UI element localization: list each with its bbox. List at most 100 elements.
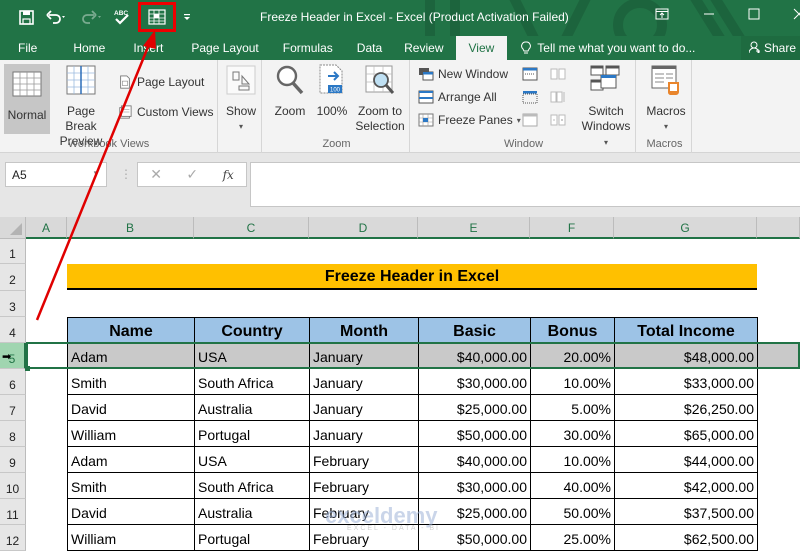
cell-country[interactable]: Australia	[194, 499, 310, 525]
tell-me-search[interactable]: Tell me what you want to do...	[507, 36, 705, 60]
minimize-button[interactable]	[703, 8, 715, 23]
zoom-100-button[interactable]: 100 100%	[314, 64, 350, 119]
tab-insert[interactable]: Insert	[119, 36, 177, 60]
column-header-c[interactable]: C	[194, 217, 309, 239]
cell-bonus[interactable]: 30.00%	[530, 421, 615, 447]
customize-qat-button[interactable]	[180, 6, 194, 28]
column-header-f[interactable]: F	[530, 217, 614, 239]
table-header-bonus[interactable]: Bonus	[530, 317, 615, 344]
cell-total-income[interactable]: $44,000.00	[614, 447, 758, 473]
reset-window-position-button[interactable]	[550, 113, 566, 127]
tab-formulas[interactable]: Formulas	[273, 36, 345, 60]
new-window-button[interactable]: New Window	[418, 67, 508, 81]
column-header-d[interactable]: D	[309, 217, 418, 239]
cell-bonus[interactable]: 20.00%	[530, 343, 615, 369]
share-button[interactable]: Share	[740, 36, 800, 60]
cell-month[interactable]: January	[309, 395, 419, 421]
cell-month[interactable]: January	[309, 343, 419, 369]
insert-function-icon[interactable]: fx	[223, 168, 234, 182]
cell-basic[interactable]: $30,000.00	[418, 369, 531, 395]
cell-month[interactable]: February	[309, 525, 419, 551]
enter-icon[interactable]: ✓	[186, 166, 198, 183]
undo-button[interactable]	[42, 6, 72, 28]
row-header-7[interactable]: 7	[0, 395, 26, 421]
show-button[interactable]: Show ▾	[224, 64, 258, 134]
tab-file[interactable]: File	[0, 36, 55, 60]
hide-button[interactable]	[522, 90, 538, 104]
table-header-country[interactable]: Country	[194, 317, 310, 344]
page-layout-view-button[interactable]: Page Layout	[117, 75, 204, 89]
table-header-month[interactable]: Month	[309, 317, 419, 344]
custom-views-button[interactable]: Custom Views	[117, 105, 213, 119]
cell-bonus[interactable]: 50.00%	[530, 499, 615, 525]
cell-total-income[interactable]: $65,000.00	[614, 421, 758, 447]
freeze-panes-qat-button[interactable]	[138, 2, 176, 32]
zoom-button[interactable]: Zoom	[272, 64, 308, 119]
arrange-all-button[interactable]: Arrange All	[418, 90, 497, 104]
view-side-by-side-button[interactable]	[550, 67, 566, 81]
row-header-11[interactable]: 11	[0, 499, 26, 525]
column-header-b[interactable]: B	[67, 217, 194, 239]
cell-name[interactable]: Smith	[67, 473, 195, 499]
table-header-total-income[interactable]: Total Income	[614, 317, 758, 344]
row-header-8[interactable]: 8	[0, 421, 26, 447]
column-header-h[interactable]	[757, 217, 800, 239]
cell-country[interactable]: South Africa	[194, 473, 310, 499]
cell-total-income[interactable]: $42,000.00	[614, 473, 758, 499]
cell-country[interactable]: Australia	[194, 395, 310, 421]
page-break-preview-button[interactable]: Page Break Preview	[50, 64, 112, 149]
cell-country[interactable]: USA	[194, 447, 310, 473]
cell-country[interactable]: USA	[194, 343, 310, 369]
redo-button[interactable]	[76, 6, 106, 28]
cell-total-income[interactable]: $48,000.00	[614, 343, 758, 369]
cell-name[interactable]: Adam	[67, 343, 195, 369]
formula-bar-grip-icon[interactable]: ⋮	[120, 167, 132, 181]
cell-total-income[interactable]: $37,500.00	[614, 499, 758, 525]
row-header-10[interactable]: 10	[0, 473, 26, 499]
select-all-button[interactable]	[0, 217, 26, 239]
maximize-button[interactable]	[748, 8, 760, 23]
row-header-4[interactable]: 4	[0, 317, 26, 343]
split-button[interactable]	[522, 67, 538, 81]
cell-bonus[interactable]: 10.00%	[530, 369, 615, 395]
save-button[interactable]	[14, 6, 38, 28]
row-header-1[interactable]: 1	[0, 239, 26, 264]
cell-bonus[interactable]: 40.00%	[530, 473, 615, 499]
name-box[interactable]: A5 ▼	[5, 162, 107, 187]
cell-basic[interactable]: $40,000.00	[418, 343, 531, 369]
cell-country[interactable]: Portugal	[194, 421, 310, 447]
cell-h5[interactable]	[758, 343, 800, 369]
cell-name[interactable]: Adam	[67, 447, 195, 473]
row-header-3[interactable]: 3	[0, 291, 26, 317]
tab-data[interactable]: Data	[345, 36, 394, 60]
cell-total-income[interactable]: $62,500.00	[614, 525, 758, 551]
cell-month[interactable]: February	[309, 473, 419, 499]
column-header-g[interactable]: G	[614, 217, 757, 239]
synchronous-scrolling-button[interactable]	[550, 90, 566, 104]
tab-home[interactable]: Home	[55, 36, 119, 60]
row-header-9[interactable]: 9	[0, 447, 26, 473]
freeze-panes-button[interactable]: Freeze Panes ▾	[418, 113, 521, 127]
tab-review[interactable]: Review	[394, 36, 455, 60]
cell-bonus[interactable]: 25.00%	[530, 525, 615, 551]
cell-month[interactable]: February	[309, 499, 419, 525]
cancel-icon[interactable]: ✕	[150, 166, 162, 183]
cell-name[interactable]: Smith	[67, 369, 195, 395]
worksheet-grid[interactable]: ABCDEFG 1 2 3 4 ➡ 5 6 7 8 9 10 11 12 Freeze Header i…	[0, 217, 800, 552]
cell-a5[interactable]	[27, 343, 67, 369]
table-header-basic[interactable]: Basic	[418, 317, 531, 344]
cell-month[interactable]: January	[309, 369, 419, 395]
cell-basic[interactable]: $25,000.00	[418, 395, 531, 421]
cell-country[interactable]: Portugal	[194, 525, 310, 551]
spelling-button[interactable]: ABC	[110, 6, 134, 28]
cell-total-income[interactable]: $33,000.00	[614, 369, 758, 395]
cell-basic[interactable]: $50,000.00	[418, 525, 531, 551]
normal-view-button[interactable]: Normal	[4, 64, 50, 134]
cell-basic[interactable]: $50,000.00	[418, 421, 531, 447]
cell-country[interactable]: South Africa	[194, 369, 310, 395]
cell-basic[interactable]: $25,000.00	[418, 499, 531, 525]
cell-total-income[interactable]: $26,250.00	[614, 395, 758, 421]
cell-name[interactable]: David	[67, 395, 195, 421]
tab-page-layout[interactable]: Page Layout	[177, 36, 272, 60]
macros-button[interactable]: Macros ▾	[644, 64, 688, 134]
